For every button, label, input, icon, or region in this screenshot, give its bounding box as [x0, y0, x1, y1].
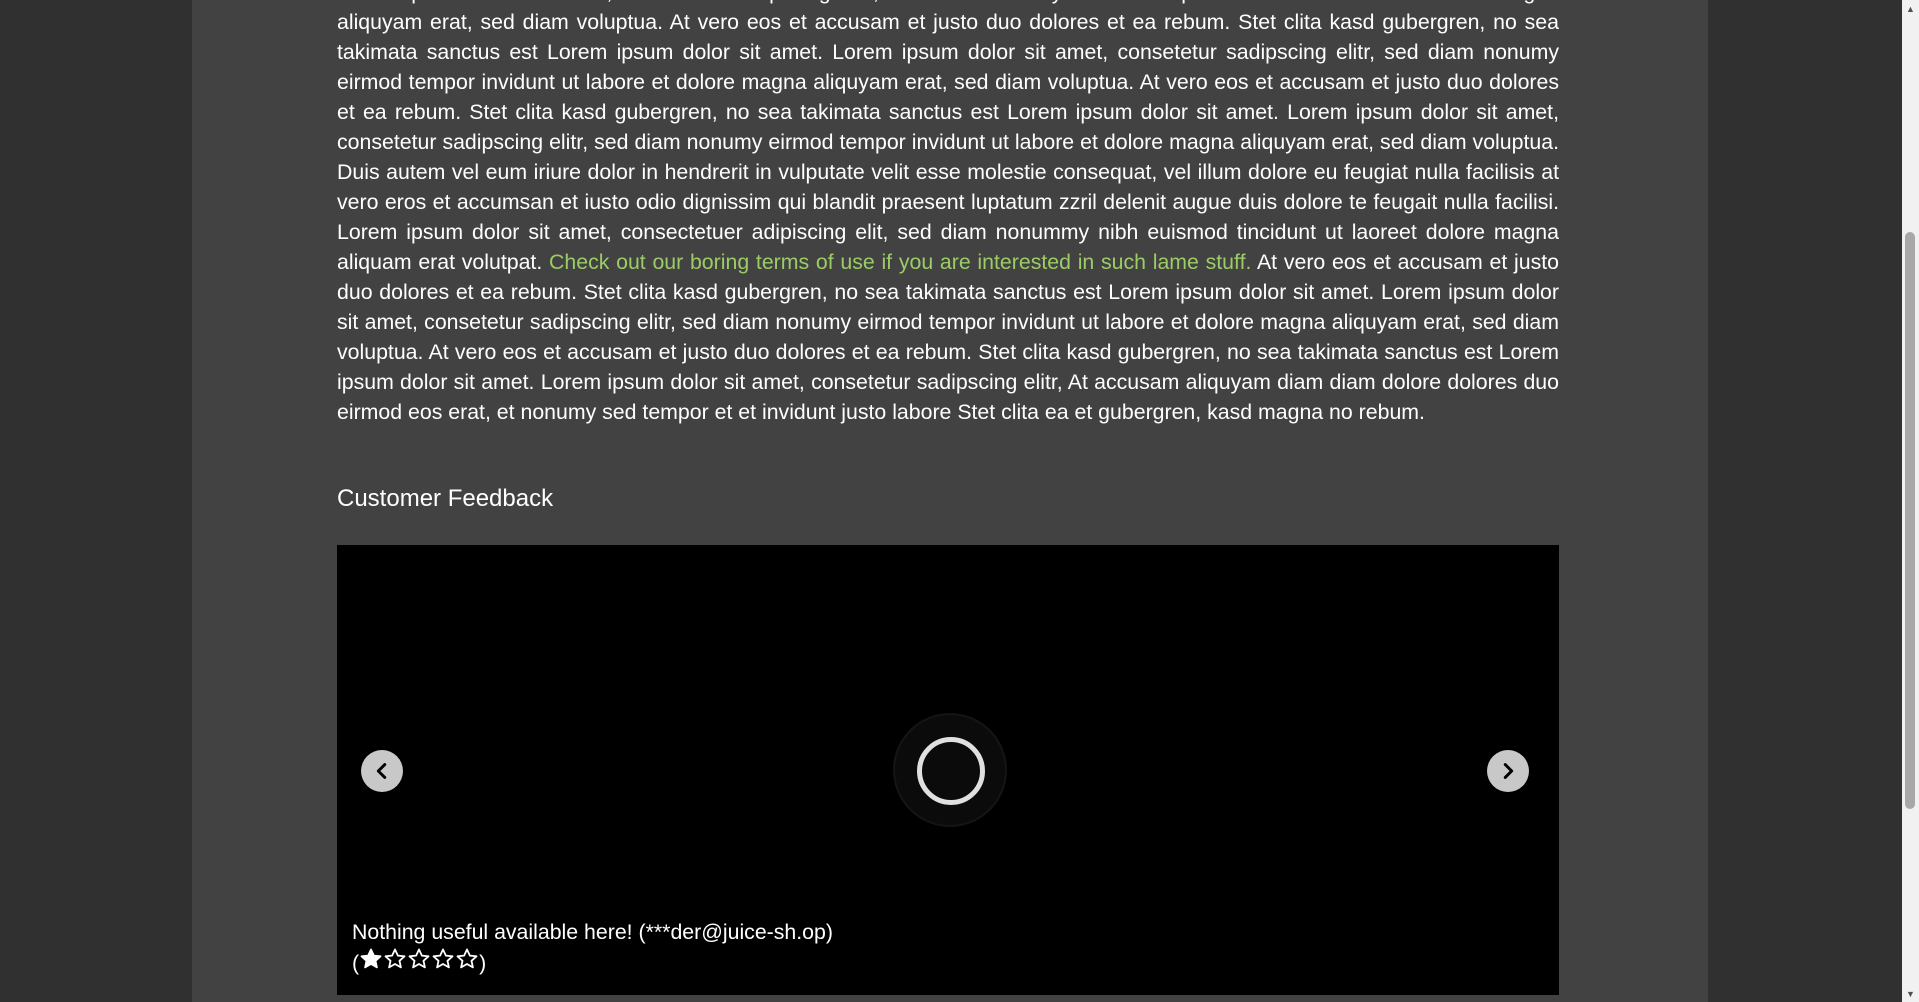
- feedback-comment: Nothing useful available here! (***der@j…: [352, 920, 833, 944]
- customer-feedback-heading: Customer Feedback: [337, 485, 554, 512]
- vertical-scrollbar[interactable]: ▲ ▼: [1902, 0, 1919, 1002]
- carousel-previous-button[interactable]: [361, 750, 403, 792]
- scroll-down-arrow-icon[interactable]: ▼: [1902, 985, 1919, 1002]
- spinner-icon: [917, 737, 985, 805]
- about-text-part-2: At vero eos et accusam et justo duo dolo…: [337, 250, 1560, 424]
- feedback-carousel: Nothing useful available here! (***der@j…: [337, 545, 1559, 995]
- carousel-next-button[interactable]: [1487, 750, 1529, 792]
- star-empty-icon: [456, 948, 478, 969]
- about-text-part-1: Lorem ipsum dolor sit amet, consetetur s…: [337, 0, 1559, 274]
- scroll-up-arrow-icon[interactable]: ▲: [1902, 0, 1919, 17]
- star-empty-icon: [408, 948, 430, 969]
- star-empty-icon: [432, 948, 454, 969]
- feedback-rating: ( ): [352, 947, 833, 979]
- rating-open-paren: (: [352, 951, 360, 975]
- terms-of-use-link[interactable]: Check out our boring terms of use if you…: [549, 250, 1251, 274]
- star-empty-icon: [384, 948, 406, 969]
- star-filled-icon: [360, 948, 382, 969]
- loading-spinner: [895, 715, 1005, 825]
- about-us-text: Lorem ipsum dolor sit amet, consetetur s…: [337, 0, 1559, 427]
- feedback-caption: Nothing useful available here! (***der@j…: [352, 917, 833, 979]
- chevron-right-icon: [1503, 763, 1514, 779]
- about-us-card: Lorem ipsum dolor sit amet, consetetur s…: [192, 0, 1708, 1002]
- rating-stars: [359, 947, 479, 979]
- rating-close-paren: ): [479, 951, 487, 975]
- chevron-left-icon: [376, 763, 387, 779]
- page-viewport: Lorem ipsum dolor sit amet, consetetur s…: [0, 0, 1902, 1002]
- scrollbar-thumb[interactable]: [1905, 232, 1915, 809]
